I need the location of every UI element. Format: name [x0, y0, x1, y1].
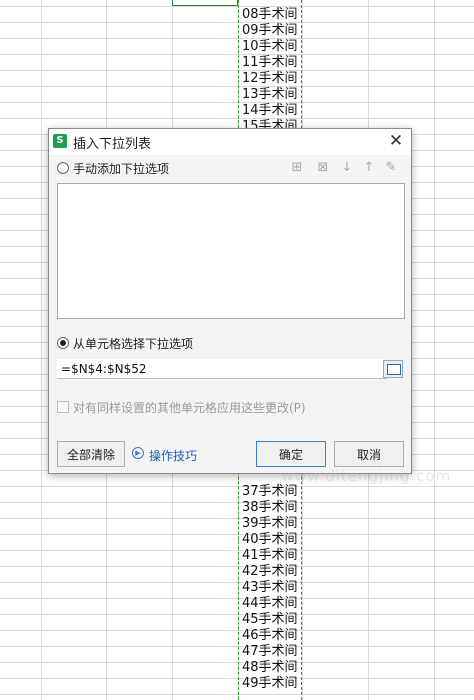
- cell[interactable]: 37手术间: [240, 484, 302, 500]
- cell[interactable]: 39手术间: [240, 516, 302, 532]
- cell[interactable]: 12手术间: [240, 71, 302, 87]
- grid-line: [41, 0, 42, 700]
- grid-line: [0, 502, 474, 503]
- ok-button[interactable]: 确定: [256, 441, 326, 467]
- grid-line: [0, 70, 474, 71]
- apply-all-checkbox[interactable]: [57, 401, 69, 413]
- range-select-button[interactable]: [383, 360, 403, 378]
- cell[interactable]: 10手术间: [240, 39, 302, 55]
- grid-line: [0, 614, 474, 615]
- grid-line: [0, 22, 474, 23]
- cell[interactable]: 38手术间: [240, 500, 302, 516]
- grid-line: [0, 630, 474, 631]
- manual-option-label: 手动添加下拉选项: [73, 162, 170, 176]
- dialog-titlebar[interactable]: S 插入下拉列表 ✕: [49, 129, 411, 155]
- cell[interactable]: 48手术间: [240, 660, 302, 676]
- grid-line: [0, 566, 474, 567]
- selected-cell-border: [172, 0, 238, 6]
- grid-line: [0, 598, 474, 599]
- watermark-text: www.ditengjing.com: [281, 467, 452, 485]
- manual-options-list[interactable]: [57, 183, 405, 319]
- play-circle-icon[interactable]: ▶: [132, 447, 144, 459]
- grid-line: [0, 86, 474, 87]
- apply-all-label: 对有同样设置的其他单元格应用这些更改(P): [73, 401, 306, 415]
- grid-line: [0, 646, 474, 647]
- cell[interactable]: 42手术间: [240, 564, 302, 580]
- cell[interactable]: 46手术间: [240, 628, 302, 644]
- wps-logo-icon: S: [53, 134, 67, 148]
- grid-line: [0, 582, 474, 583]
- cell[interactable]: 09手术间: [240, 23, 302, 39]
- add-row-icon[interactable]: ⊞: [289, 160, 305, 176]
- from-cells-option-radio[interactable]: [57, 337, 69, 349]
- insert-dropdown-dialog: S 插入下拉列表 ✕ 手动添加下拉选项 ⊞ ⊠ ↓ ↑ ✎ 从单元格选择下拉选项…: [48, 128, 450, 485]
- cell[interactable]: 08手术间: [240, 7, 302, 23]
- grid-line: [0, 678, 474, 679]
- cell[interactable]: 47手术间: [240, 644, 302, 660]
- from-cells-option-label: 从单元格选择下拉选项: [73, 337, 194, 351]
- delete-row-icon[interactable]: ⊠: [315, 160, 331, 176]
- cell[interactable]: 44手术间: [240, 596, 302, 612]
- move-up-icon[interactable]: ↑: [361, 160, 377, 176]
- cancel-button[interactable]: 取消: [334, 441, 404, 467]
- grid-line: [0, 486, 474, 487]
- grid-line: [0, 118, 474, 119]
- grid-line: [434, 0, 435, 700]
- grid-line: [0, 550, 474, 551]
- cell[interactable]: 40手术间: [240, 532, 302, 548]
- grid-line: [0, 518, 474, 519]
- clear-all-button[interactable]: 全部清除: [57, 441, 125, 467]
- cell[interactable]: 14手术间: [240, 103, 302, 119]
- move-down-icon[interactable]: ↓: [339, 160, 355, 176]
- grid-line: [0, 534, 474, 535]
- cell[interactable]: 49手术间: [240, 676, 302, 692]
- grid-line: [0, 662, 474, 663]
- cell[interactable]: 41手术间: [240, 548, 302, 564]
- edit-icon[interactable]: ✎: [383, 160, 399, 176]
- cell[interactable]: 43手术间: [240, 580, 302, 596]
- cell[interactable]: 45手术间: [240, 612, 302, 628]
- close-button[interactable]: ✕: [387, 131, 405, 151]
- manual-option-radio[interactable]: [57, 162, 69, 174]
- grid-line: [0, 6, 474, 7]
- grid-line: [0, 54, 474, 55]
- cell[interactable]: 11手术间: [240, 55, 302, 71]
- dialog-title: 插入下拉列表: [73, 137, 152, 152]
- grid-line: [0, 102, 474, 103]
- grid-line: [0, 38, 474, 39]
- cell-range-input[interactable]: [57, 359, 387, 379]
- cell[interactable]: 13手术间: [240, 87, 302, 103]
- grid-line: [0, 694, 474, 695]
- tips-link[interactable]: 操作技巧: [149, 447, 197, 464]
